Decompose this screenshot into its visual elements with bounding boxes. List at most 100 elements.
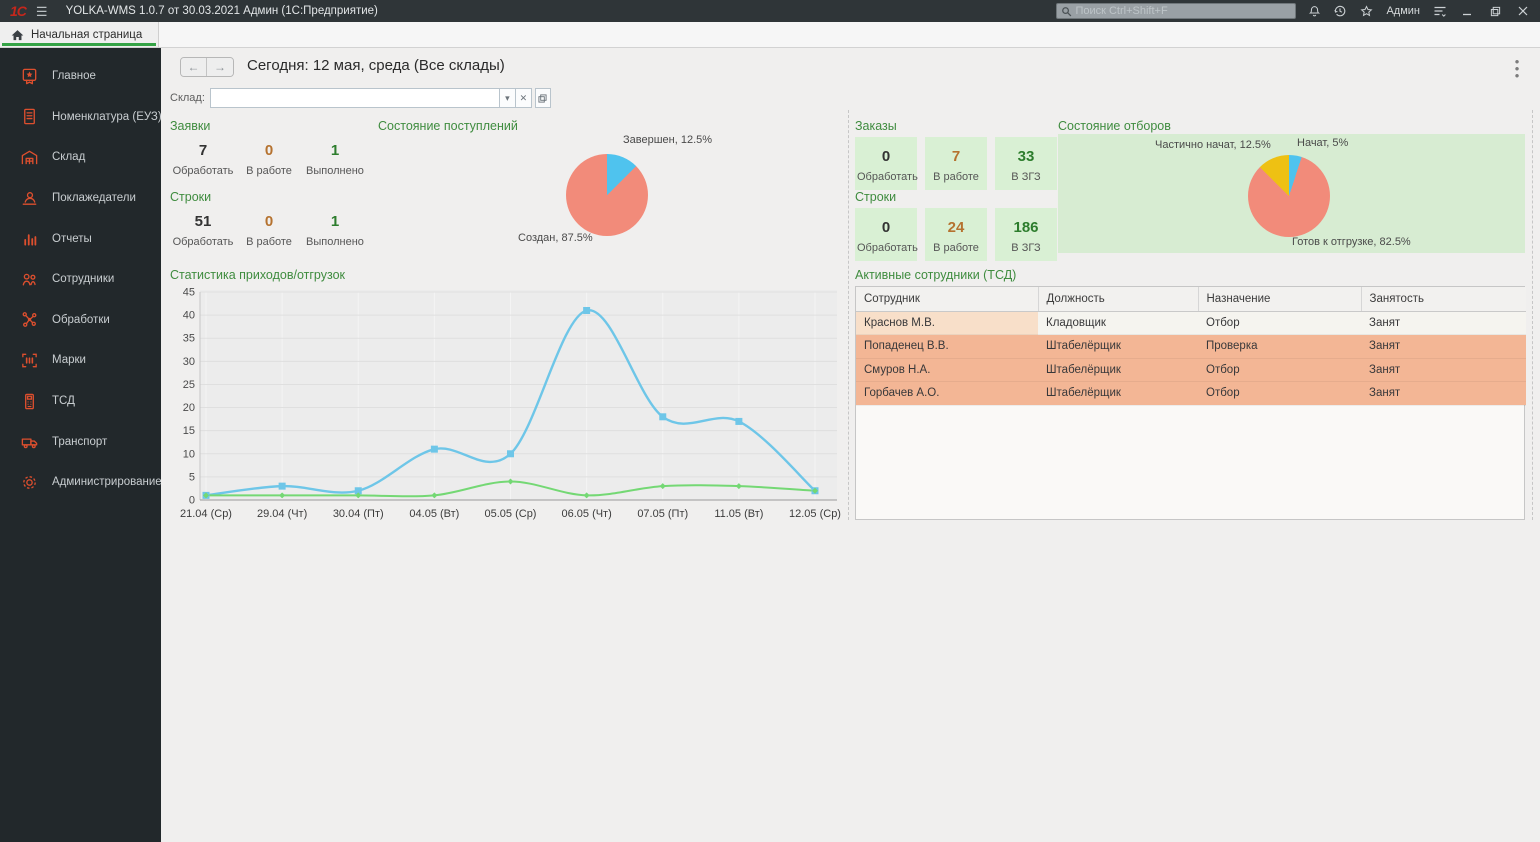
pane-separator <box>848 110 849 520</box>
nodes-icon <box>19 310 39 330</box>
sidebar-item-clients[interactable]: Поклажедатели <box>0 178 161 219</box>
sidebar-item-label: Склад <box>52 151 85 163</box>
receipts-pie-label-completed: Завершен, 12.5% <box>623 134 712 146</box>
restore-button[interactable] <box>1486 3 1504 19</box>
stat-cell: 24В работе <box>925 208 987 261</box>
stat-cell: 7В работе <box>925 137 987 190</box>
sidebar-item-label: Марки <box>52 354 86 366</box>
sidebar-item-label: Администрирование <box>52 476 162 488</box>
table-row[interactable]: Горбачев А.О.ШтабелёрщикОтборЗанят <box>856 382 1526 406</box>
stat-cell: 0Обработать <box>855 137 917 190</box>
svg-text:45: 45 <box>183 287 195 299</box>
column-header[interactable]: Назначение <box>1198 287 1361 311</box>
sidebar-item-nomenclature[interactable]: Номенклатура (ЕУЗ) <box>0 97 161 138</box>
history-icon[interactable] <box>1332 3 1348 19</box>
warehouse-choose-icon[interactable] <box>535 88 551 108</box>
stat-cell: 51Обработать <box>170 207 236 248</box>
sidebar: Главное Номенклатура (ЕУЗ) Склад Поклаже… <box>0 48 161 842</box>
sidebar-item-employees[interactable]: Сотрудники <box>0 259 161 300</box>
close-button[interactable] <box>1514 3 1532 19</box>
service-menu-icon[interactable] <box>1432 3 1448 19</box>
warehouse-label: Склад: <box>170 92 205 104</box>
sidebar-item-label: Поклажедатели <box>52 192 136 204</box>
sidebar-item-warehouse[interactable]: Склад <box>0 137 161 178</box>
current-user[interactable]: Админ <box>1386 5 1420 17</box>
sidebar-item-label: Номенклатура (ЕУЗ) <box>52 111 162 123</box>
document-icon <box>19 107 39 127</box>
svg-text:29.04 (Чт): 29.04 (Чт) <box>257 508 307 520</box>
svg-text:35: 35 <box>183 333 195 345</box>
receipts-pie-title: Состояние поступлений <box>378 119 518 133</box>
back-button[interactable]: ← <box>181 58 207 76</box>
sidebar-item-label: Транспорт <box>52 436 107 448</box>
tab-label: Начальная страница <box>31 29 142 41</box>
tab-bar: Начальная страница <box>0 22 1540 48</box>
sidebar-item-label: ТСД <box>52 395 75 407</box>
tab-home-page[interactable]: Начальная страница <box>0 22 159 47</box>
warehouse-dropdown-icon[interactable]: ▾ <box>500 88 516 108</box>
1c-logo: 1С <box>10 3 26 19</box>
warehouse-clear-icon[interactable]: ✕ <box>516 88 532 108</box>
more-menu-icon[interactable]: ••• <box>1512 58 1522 79</box>
forward-button[interactable]: → <box>207 58 233 76</box>
svg-text:15: 15 <box>183 425 195 437</box>
column-header[interactable]: Должность <box>1038 287 1198 311</box>
warehouse-filter-row: Склад: ▾ ✕ <box>170 88 551 108</box>
svg-text:05.05 (Ср): 05.05 (Ср) <box>485 508 537 520</box>
svg-text:11.05 (Вт): 11.05 (Вт) <box>714 508 763 520</box>
favorites-star-icon[interactable] <box>1358 3 1374 19</box>
picking-pie-title: Состояние отборов <box>1058 119 1171 133</box>
sidebar-item-processing[interactable]: Обработки <box>0 300 161 341</box>
svg-text:30: 30 <box>183 356 195 368</box>
search-icon <box>1061 6 1072 17</box>
request-rows-section-title: Строки <box>170 190 211 204</box>
sidebar-item-transport[interactable]: Транспорт <box>0 421 161 462</box>
order-rows-stats: 0Обработать 24В работе 186В ЗГЗ <box>855 208 1057 261</box>
picking-pie-label-partial: Частично начат, 12.5% <box>1155 139 1271 151</box>
table-row[interactable]: Попаденец В.В.ШтабелёрщикПроверкаЗанят <box>856 335 1526 359</box>
sidebar-item-tsd[interactable]: ТСД <box>0 381 161 422</box>
truck-icon <box>19 432 39 452</box>
svg-text:07.05 (Пт): 07.05 (Пт) <box>637 508 688 520</box>
sidebar-item-label: Отчеты <box>52 233 92 245</box>
warehouse-icon <box>19 147 39 167</box>
table-row[interactable]: Смуров Н.А.ШтабелёрщикОтборЗанят <box>856 358 1526 382</box>
warehouse-input[interactable] <box>210 88 500 108</box>
stat-cell: 0Обработать <box>855 208 917 261</box>
svg-text:30.04 (Пт): 30.04 (Пт) <box>333 508 384 520</box>
sidebar-item-reports[interactable]: Отчеты <box>0 218 161 259</box>
receipts-pie-label-created: Создан, 87.5% <box>518 232 593 244</box>
table-row[interactable]: Краснов М.В.КладовщикОтборЗанят <box>856 311 1526 335</box>
history-nav-buttons: ← → <box>180 57 234 77</box>
main-menu-icon[interactable]: ☰ <box>36 5 48 18</box>
stat-cell: 0В работе <box>236 207 302 248</box>
stat-cell: 186В ЗГЗ <box>995 208 1057 261</box>
svg-text:40: 40 <box>183 310 195 322</box>
stat-cell: 7Обработать <box>170 136 236 177</box>
svg-text:04.05 (Вт): 04.05 (Вт) <box>409 508 459 520</box>
svg-text:10: 10 <box>183 448 195 460</box>
svg-text:21.04 (Ср): 21.04 (Ср) <box>180 508 232 520</box>
table-header-row: Сотрудник Должность Назначение Занятость <box>856 287 1526 311</box>
window-title: YOLKA-WMS 1.0.7 от 30.03.2021 Админ (1С:… <box>66 5 378 17</box>
search-input[interactable] <box>1075 5 1291 17</box>
people-icon <box>19 269 39 289</box>
sidebar-item-administration[interactable]: Администрирование <box>0 462 161 503</box>
requests-section-title: Заявки <box>170 119 210 133</box>
sidebar-item-label: Сотрудники <box>52 273 114 285</box>
star-badge-icon <box>19 66 39 86</box>
home-icon <box>11 29 24 41</box>
stat-cell: 0В работе <box>236 136 302 177</box>
flow-line-chart: 05101520253035404521.04 (Ср)29.04 (Чт)30… <box>170 282 845 532</box>
notifications-bell-icon[interactable] <box>1306 3 1322 19</box>
employees-table: Сотрудник Должность Назначение Занятость… <box>855 286 1525 520</box>
bar-chart-icon <box>19 229 39 249</box>
global-search[interactable] <box>1056 3 1296 19</box>
sidebar-item-main[interactable]: Главное <box>0 56 161 97</box>
svg-text:06.05 (Чт): 06.05 (Чт) <box>561 508 611 520</box>
requests-stats: 7Обработать 0В работе 1Выполнено <box>170 136 368 177</box>
column-header[interactable]: Сотрудник <box>856 287 1038 311</box>
sidebar-item-marks[interactable]: Марки <box>0 340 161 381</box>
column-header[interactable]: Занятость <box>1361 287 1526 311</box>
minimize-button[interactable] <box>1458 3 1476 19</box>
